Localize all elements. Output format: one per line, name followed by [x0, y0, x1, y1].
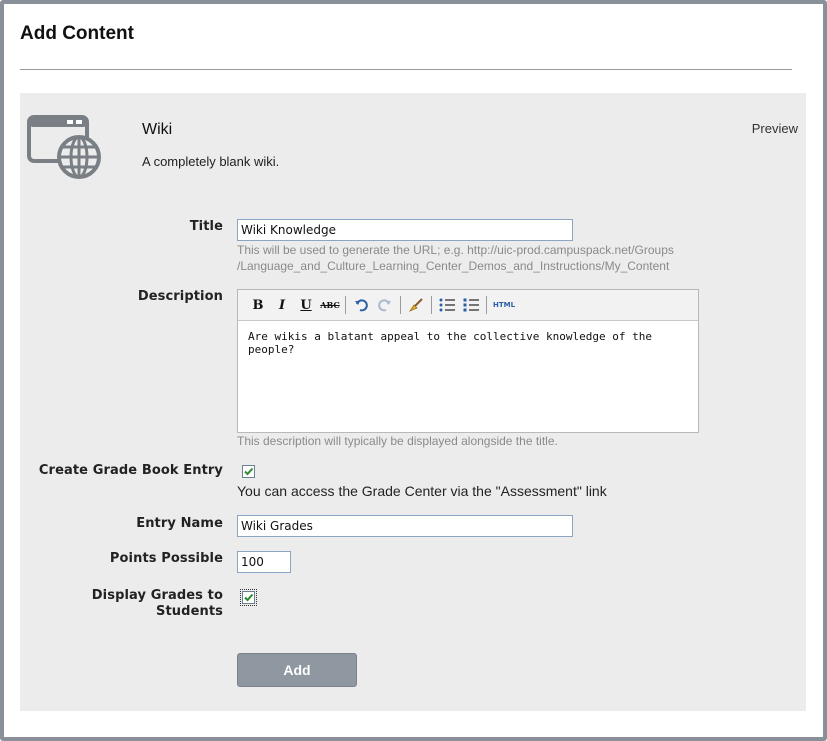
toolbar-separator	[431, 296, 432, 314]
html-glyph: HTML	[492, 301, 516, 309]
bold-glyph: B	[252, 297, 264, 313]
description-textarea[interactable]: Are wikis a blatant appeal to the collec…	[238, 321, 698, 365]
grade-book-label: Create Grade Book Entry	[38, 463, 223, 478]
display-grades-label-line2: Students	[156, 604, 223, 619]
redo-icon	[378, 299, 391, 312]
checkmark-icon	[244, 467, 254, 476]
web-window-globe-icon	[27, 115, 101, 179]
italic-button[interactable]: I	[270, 295, 294, 315]
title-hint-line2: /Language_and_Culture_Learning_Center_De…	[237, 259, 670, 273]
title-hint-line1: This will be used to generate the URL; e…	[237, 243, 674, 257]
toolbar-separator	[486, 296, 487, 314]
numbered-list-button[interactable]	[459, 295, 483, 315]
grade-book-checkbox[interactable]	[242, 465, 255, 478]
page-title: Add Content	[20, 23, 134, 44]
points-possible-label: Points Possible	[109, 551, 223, 566]
bullet-list-icon	[439, 298, 455, 312]
bold-button[interactable]: B	[246, 295, 270, 315]
display-grades-checkbox[interactable]	[240, 589, 257, 606]
title-divider	[20, 69, 792, 70]
entry-name-input[interactable]: Wiki Grades	[237, 515, 573, 537]
html-source-button[interactable]: HTML	[490, 295, 518, 315]
preview-link[interactable]: Preview	[752, 121, 798, 136]
description-label: Description	[137, 289, 223, 304]
toolbar-separator	[400, 296, 401, 314]
content-panel: Wiki A completely blank wiki. Preview Ti…	[20, 93, 806, 711]
checkmark-icon	[244, 593, 254, 602]
broom-icon	[408, 298, 423, 312]
bullet-list-button[interactable]	[435, 295, 459, 315]
display-grades-label-line1: Display Grades to	[91, 588, 223, 603]
dialog-window: Add Content Wiki A completely blank wiki…	[0, 0, 827, 741]
description-hint: This description will typically be displ…	[237, 434, 558, 448]
italic-glyph: I	[278, 297, 286, 313]
underline-button[interactable]: U	[294, 295, 318, 315]
strike-glyph: ABC	[320, 300, 340, 310]
clean-format-button[interactable]	[404, 295, 428, 315]
underline-glyph: U	[300, 297, 312, 313]
title-label: Title	[189, 219, 223, 234]
grade-book-note: You can access the Grade Center via the …	[237, 483, 607, 499]
editor-toolbar: B I U ABC HTML	[238, 290, 698, 321]
description-editor: B I U ABC HTML Are wikis a blatant appea…	[237, 289, 699, 433]
app-description: A completely blank wiki.	[142, 154, 280, 169]
points-possible-input[interactable]: 100	[237, 551, 291, 573]
toolbar-separator	[345, 296, 346, 314]
strikethrough-button[interactable]: ABC	[318, 295, 342, 315]
add-button[interactable]: Add	[237, 653, 357, 687]
undo-button[interactable]	[349, 295, 373, 315]
redo-button[interactable]	[373, 295, 397, 315]
undo-icon	[355, 299, 368, 312]
app-name: Wiki	[142, 121, 173, 138]
entry-name-label: Entry Name	[136, 516, 223, 531]
title-input[interactable]: Wiki Knowledge	[237, 219, 573, 241]
numbered-list-icon	[463, 298, 479, 312]
